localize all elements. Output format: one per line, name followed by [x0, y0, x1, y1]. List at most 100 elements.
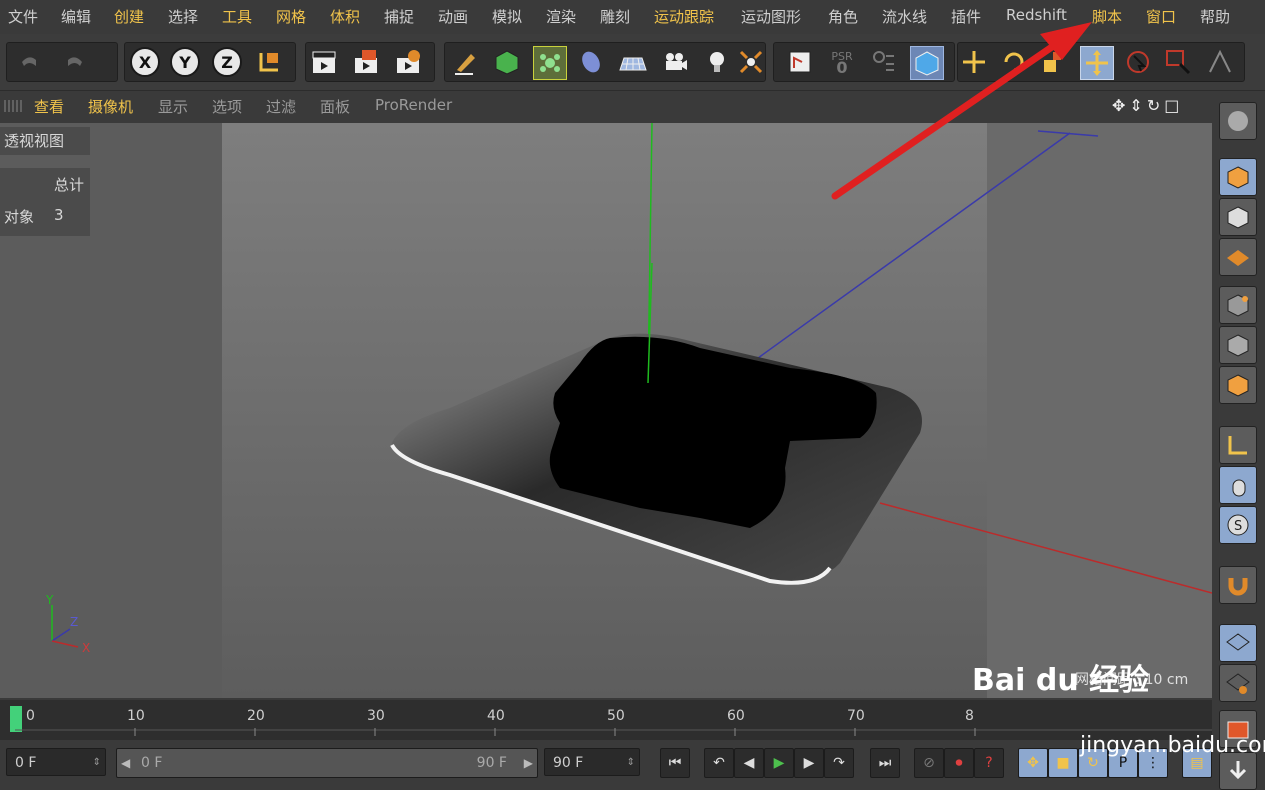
view-menu-display[interactable]: 显示	[158, 96, 188, 117]
menu-pipeline[interactable]: 流水线	[882, 6, 927, 27]
cube-green-icon[interactable]	[491, 46, 523, 78]
menu-select[interactable]: 选择	[168, 6, 198, 27]
current-frame-field[interactable]: 0 F ⇕	[6, 748, 106, 776]
auto-key-icon[interactable]: ⏺	[944, 748, 974, 778]
menu-file[interactable]: 文件	[8, 6, 38, 27]
psr-icon[interactable]: PSR 0	[826, 46, 858, 78]
menu-motion-tracker[interactable]: 运动跟踪	[654, 6, 714, 27]
orbit-icon[interactable]: ↻	[1147, 96, 1160, 116]
go-to-start-icon[interactable]: ⏮	[660, 748, 690, 778]
polygons-mode-icon[interactable]	[1219, 366, 1257, 404]
preview-range-slider[interactable]: ◀ 0 F 90 F ▶	[116, 748, 538, 778]
texture-mode-icon[interactable]	[1219, 198, 1257, 236]
axis-lock-group: X Y Z	[124, 42, 296, 82]
y-axis-button[interactable]: Y	[169, 46, 201, 78]
menu-script[interactable]: 脚本	[1092, 6, 1122, 27]
workplane-icon[interactable]	[1219, 238, 1257, 276]
drag-handle-icon[interactable]	[4, 100, 22, 112]
menu-render[interactable]: 渲染	[546, 6, 576, 27]
render-settings-icon[interactable]	[392, 46, 424, 78]
deformer-icon[interactable]	[575, 46, 607, 78]
key-scale-icon[interactable]: ■	[1048, 748, 1078, 778]
web-icon[interactable]	[1219, 102, 1257, 140]
stepper-icon[interactable]: ⇕	[627, 749, 635, 777]
cube-view-icon[interactable]	[910, 46, 944, 80]
menu-simulate[interactable]: 模拟	[492, 6, 522, 27]
edges-mode-icon[interactable]	[1219, 326, 1257, 364]
menu-create[interactable]: 创建	[114, 6, 144, 27]
menu-plugins[interactable]: 插件	[951, 6, 981, 27]
view-menu-view[interactable]: 查看	[34, 96, 64, 117]
light-icon[interactable]	[701, 46, 733, 78]
view-menu-options[interactable]: 选项	[212, 96, 242, 117]
locks-icon[interactable]	[868, 46, 900, 78]
scale-icon[interactable]	[1038, 46, 1070, 78]
menu-window[interactable]: 窗口	[1146, 6, 1176, 27]
misc-icon[interactable]	[1204, 46, 1236, 78]
cloner-icon[interactable]	[533, 46, 567, 80]
tweak-mode-icon[interactable]	[1219, 466, 1257, 504]
lock-workplane-icon[interactable]	[1219, 624, 1257, 662]
menu-mograph[interactable]: 运动图形	[741, 6, 801, 27]
key-position-icon[interactable]: ✥	[1018, 748, 1048, 778]
view-menu-panel[interactable]: 面板	[320, 96, 350, 117]
move-active-icon[interactable]	[1080, 46, 1114, 80]
select-icon[interactable]	[1122, 46, 1154, 78]
timeline-ruler[interactable]: 0 10 20 30 40 50 60 70 8	[0, 700, 1212, 740]
menu-character[interactable]: 角色	[828, 6, 858, 27]
rotate-icon[interactable]	[998, 46, 1030, 78]
rect-select-icon[interactable]	[1162, 46, 1194, 78]
view-menu-filter[interactable]: 过滤	[266, 96, 296, 117]
view-menu-camera[interactable]: 摄像机	[88, 96, 133, 117]
menu-snap[interactable]: 捕捉	[384, 6, 414, 27]
model-mode-icon[interactable]	[1219, 158, 1257, 196]
undo-icon[interactable]	[13, 46, 45, 78]
effector-icon[interactable]	[735, 46, 767, 78]
move-icon[interactable]	[958, 46, 990, 78]
next-key-icon[interactable]: ↷	[824, 748, 854, 778]
previous-key-icon[interactable]: ↶	[704, 748, 734, 778]
menu-help[interactable]: 帮助	[1200, 6, 1230, 27]
menu-sculpt[interactable]: 雕刻	[600, 6, 630, 27]
dolly-icon[interactable]: ⇕	[1129, 96, 1142, 116]
solo-icon[interactable]: S	[1219, 506, 1257, 544]
stepper-icon[interactable]: ⇕	[93, 749, 101, 777]
previous-frame-icon[interactable]: ◀	[734, 748, 764, 778]
workplane-mode-icon[interactable]	[1219, 664, 1257, 702]
menu-animate[interactable]: 动画	[438, 6, 468, 27]
end-frame-field[interactable]: 90 F ⇕	[544, 748, 640, 776]
range-left-arrow-icon[interactable]: ◀	[121, 749, 130, 777]
next-frame-icon[interactable]: ▶	[794, 748, 824, 778]
record-icon[interactable]: ⊘	[914, 748, 944, 778]
menu-volume[interactable]: 体积	[330, 6, 360, 27]
menu-mesh[interactable]: 网格	[276, 6, 306, 27]
baidu-watermark: Bai du 经验	[972, 663, 1150, 698]
redo-icon[interactable]	[59, 46, 91, 78]
viewport-perspective[interactable]: 透视视图 总计 对象 3 Y Z X 网格间距 : 10 cm	[0, 123, 1212, 698]
scene-icon[interactable]	[784, 46, 816, 78]
view-menu-prorender[interactable]: ProRender	[375, 96, 452, 114]
key-help-icon[interactable]: ?	[974, 748, 1004, 778]
axis-mode-icon[interactable]	[1219, 426, 1257, 464]
render-view-icon[interactable]	[308, 46, 340, 78]
coordinate-system-icon[interactable]	[253, 46, 285, 78]
go-to-end-icon[interactable]: ⏭	[870, 748, 900, 778]
menu-edit[interactable]: 编辑	[61, 6, 91, 27]
z-axis-line	[739, 132, 1071, 372]
pan-icon[interactable]: ✥	[1112, 96, 1125, 116]
pen-icon[interactable]	[449, 46, 481, 78]
x-axis-button[interactable]: X	[129, 46, 161, 78]
viewport-nav-controls: ✥ ⇕ ↻ □	[1112, 96, 1208, 116]
range-start-value: 0 F	[141, 755, 163, 771]
maximize-icon[interactable]: □	[1164, 96, 1179, 116]
snap-magnet-icon[interactable]	[1219, 566, 1257, 604]
camera-icon[interactable]	[659, 46, 691, 78]
z-axis-button[interactable]: Z	[211, 46, 243, 78]
render-active-icon[interactable]	[350, 46, 382, 78]
range-right-arrow-icon[interactable]: ▶	[524, 749, 533, 777]
floor-icon[interactable]	[617, 46, 649, 78]
menu-tools[interactable]: 工具	[222, 6, 252, 27]
play-icon[interactable]: ▶	[764, 748, 794, 778]
points-mode-icon[interactable]	[1219, 286, 1257, 324]
menu-redshift[interactable]: Redshift	[1006, 6, 1067, 24]
